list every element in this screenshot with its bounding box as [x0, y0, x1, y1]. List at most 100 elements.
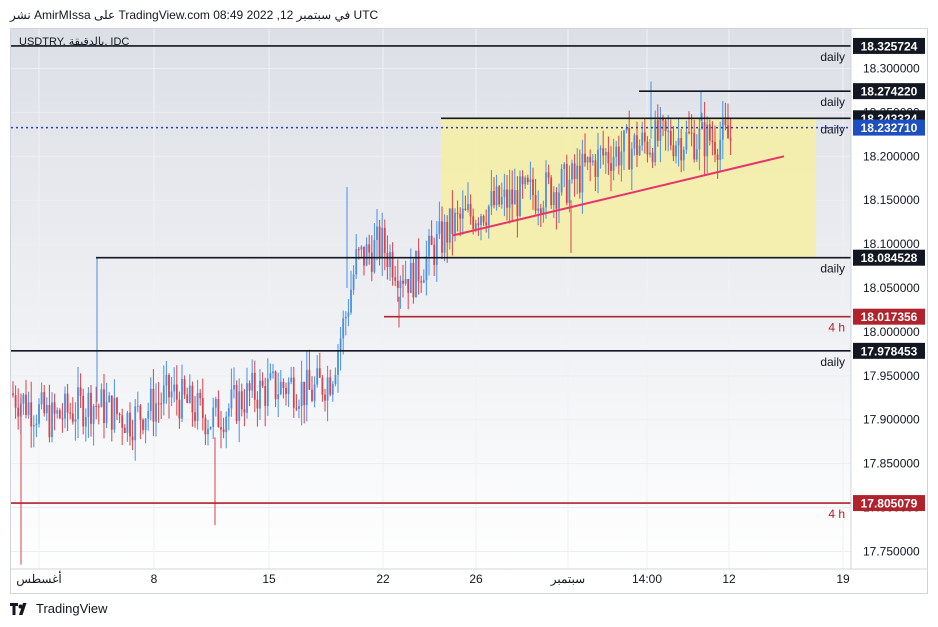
candle-body	[256, 399, 259, 409]
candle-body	[428, 235, 430, 257]
candle-body	[357, 249, 360, 251]
price-tick-label: 17.950000	[863, 369, 920, 383]
candle-body	[194, 412, 196, 421]
candle-body	[227, 408, 230, 417]
candle-body	[659, 117, 662, 141]
candle-body	[383, 227, 386, 253]
candle-body	[524, 177, 527, 185]
time-tick-label: 8	[151, 572, 158, 586]
candle-body	[155, 403, 157, 422]
footer-brand: TradingView	[36, 601, 108, 616]
price-chart[interactable]: daily daily daily daily 4 h daily 4 h 18.30000…	[11, 29, 927, 593]
price-tag-label: 17.978453	[861, 344, 918, 358]
candle-body	[209, 426, 212, 429]
candle-body	[22, 394, 25, 404]
candle-body	[724, 119, 727, 126]
candle-body	[576, 165, 579, 180]
candle-body	[513, 190, 516, 205]
candle-body	[35, 423, 38, 426]
candle-body	[108, 395, 111, 402]
candle-body	[56, 410, 59, 414]
footer: TradingView	[10, 601, 108, 616]
candle-body	[487, 206, 490, 226]
candle-body	[675, 145, 677, 157]
candle-body	[571, 163, 573, 180]
candle-body	[12, 393, 14, 396]
candle-body	[324, 394, 326, 401]
candle-body	[472, 216, 475, 229]
candle-body	[69, 412, 72, 414]
candle-body	[459, 213, 462, 219]
candle-body	[537, 208, 540, 211]
candle-body	[581, 153, 584, 193]
price-tick-label: 18.000000	[863, 325, 920, 339]
level-note: daily	[820, 262, 845, 276]
candle-body	[633, 135, 636, 149]
candle-body	[337, 350, 339, 375]
candle-body	[430, 235, 433, 245]
price-tick-label: 17.900000	[863, 413, 920, 427]
candle-body	[412, 262, 415, 298]
candle-body	[521, 176, 524, 185]
candle-body	[565, 163, 568, 203]
candle-body	[711, 140, 714, 143]
candle-body	[279, 381, 282, 395]
candle-body	[77, 387, 79, 420]
candle-body	[477, 223, 480, 226]
candle-body	[433, 244, 436, 265]
time-axis: أغسطس 8 15 22 26 سبتمبر 14:00 12 19	[11, 568, 927, 586]
time-tick-label: 22	[376, 572, 390, 586]
candle-body	[285, 387, 287, 395]
candle-body	[552, 192, 555, 205]
candle-body	[261, 380, 264, 387]
candle-body	[503, 189, 506, 197]
candle-body	[482, 216, 485, 223]
candle-body	[305, 369, 308, 406]
candle-body	[474, 223, 477, 229]
candle-body	[222, 429, 225, 433]
price-tick-label: 18.150000	[863, 193, 920, 207]
candle-body	[446, 221, 449, 243]
candle-body	[714, 142, 716, 155]
candle-body	[316, 368, 319, 385]
candle-body	[620, 151, 623, 166]
candle-body	[438, 221, 441, 234]
candle-body	[103, 389, 105, 424]
candle-body	[490, 191, 493, 207]
candle-body	[467, 203, 469, 210]
candle-body	[186, 394, 189, 403]
candle-body	[66, 393, 69, 413]
candle-body	[703, 122, 706, 157]
candle-body	[441, 221, 443, 253]
chart-panel[interactable]: daily daily daily daily 4 h daily 4 h 18.30000…	[10, 28, 928, 594]
candle-body	[578, 165, 581, 193]
candle-body	[51, 402, 53, 438]
candle-body	[321, 377, 324, 395]
candle-body	[373, 239, 376, 272]
candle-body	[152, 388, 155, 422]
candle-body	[615, 146, 618, 157]
candle-body	[698, 128, 701, 150]
candle-body	[287, 382, 290, 395]
candle-body	[272, 371, 274, 374]
candle-body	[526, 177, 529, 183]
candle-body	[259, 380, 261, 409]
candle-body	[370, 252, 373, 272]
candle-body	[134, 406, 137, 441]
candle-body	[308, 369, 311, 390]
candle-body	[654, 120, 657, 163]
candle-body	[290, 377, 293, 383]
candle-body	[191, 385, 194, 413]
candle-body	[139, 405, 142, 420]
candle-body	[547, 172, 550, 178]
candle-body	[680, 138, 683, 161]
candle-body	[685, 131, 688, 150]
candle-body	[196, 393, 199, 421]
candle-body	[162, 385, 165, 404]
candle-body	[212, 407, 215, 427]
price-tick-label: 18.100000	[863, 237, 920, 251]
candle-body	[550, 177, 553, 205]
candle-body	[396, 280, 399, 289]
candle-body	[625, 127, 628, 131]
candle-body	[597, 149, 599, 178]
